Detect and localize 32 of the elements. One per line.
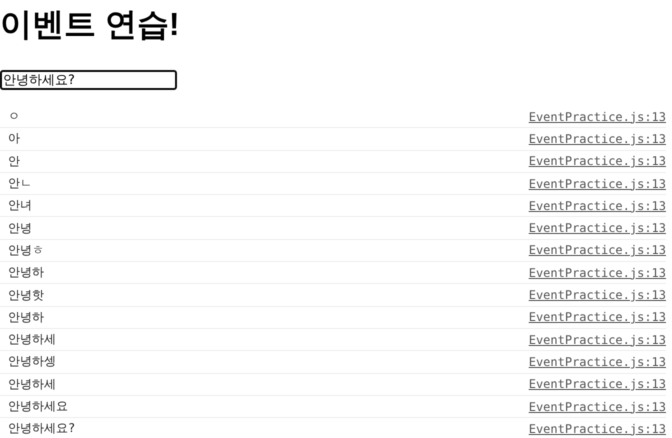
console-message: 안녕하	[8, 264, 44, 282]
console-message: ㅇ	[8, 108, 20, 126]
source-link[interactable]: EventPractice.js:13	[528, 243, 666, 258]
source-link[interactable]: EventPractice.js:13	[528, 377, 666, 392]
source-link[interactable]: EventPractice.js:13	[528, 176, 666, 191]
console-message: 안녕	[8, 220, 32, 237]
source-link[interactable]: EventPractice.js:13	[528, 198, 666, 213]
source-link[interactable]: EventPractice.js:13	[528, 154, 666, 168]
source-link[interactable]: EventPractice.js:13	[528, 132, 666, 146]
console-message: 안녕하세요	[8, 398, 68, 415]
console-message: 안녕핫	[8, 286, 44, 304]
source-link[interactable]: EventPractice.js:13	[528, 354, 666, 369]
console-message: 아	[8, 130, 20, 148]
console-message: 안녕ㅎ	[8, 242, 44, 259]
source-link[interactable]: EventPractice.js:13	[528, 266, 666, 280]
console-message: 안녕하세	[8, 376, 56, 393]
console-message: 안	[8, 152, 20, 170]
page-heading: 이벤트 연습!	[0, 5, 181, 44]
console-message: 안녕하	[8, 308, 44, 326]
source-link[interactable]: EventPractice.js:13	[528, 310, 666, 324]
text-input[interactable]: 안녕하세요?	[0, 70, 177, 90]
source-link[interactable]: EventPractice.js:13	[528, 422, 666, 436]
source-link[interactable]: EventPractice.js:13	[528, 400, 666, 414]
console-message: 안ㄴ	[8, 175, 32, 192]
console-message: 안녕하세요?	[8, 420, 76, 438]
console-message: 안녕하셍	[8, 353, 56, 370]
console-message: 안녀	[8, 197, 32, 214]
source-link[interactable]: EventPractice.js:13	[528, 221, 666, 236]
console-message: 안녕하세	[8, 331, 56, 348]
source-link[interactable]: EventPractice.js:13	[528, 288, 666, 302]
source-link[interactable]: EventPractice.js:13	[528, 332, 666, 347]
source-link[interactable]: EventPractice.js:13	[528, 110, 666, 124]
